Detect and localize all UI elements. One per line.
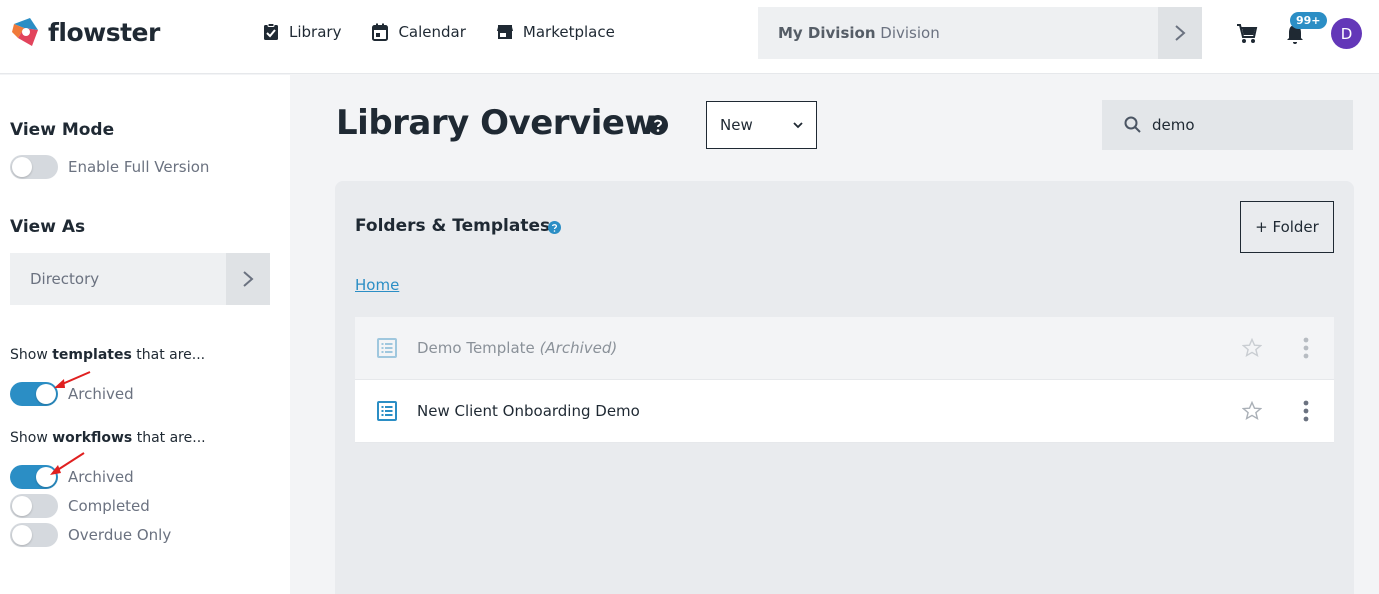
new-select-value: New [720, 116, 753, 134]
more-options-icon[interactable] [1303, 337, 1309, 359]
page-title: Library Overview [336, 103, 656, 143]
division-selector[interactable]: My Division Division [758, 7, 1202, 59]
new-select[interactable]: New [706, 101, 817, 149]
annotation-arrow-icon [54, 371, 91, 388]
template-list: Demo Template (Archived) New Client Onbo… [355, 317, 1334, 443]
list-item[interactable]: New Client Onboarding Demo [355, 380, 1334, 443]
division-suffix: Division [880, 24, 940, 42]
templates-suffix: that are... [131, 347, 206, 363]
cart-icon[interactable] [1236, 23, 1258, 45]
annotation-arrow-icon [50, 452, 85, 475]
search-input[interactable] [1152, 116, 1332, 134]
item-title: Demo Template [417, 339, 535, 357]
archived-tag: (Archived) [539, 339, 618, 357]
workflows-overdue-toggle[interactable] [10, 523, 58, 547]
star-icon[interactable] [1242, 401, 1262, 421]
info-icon[interactable] [548, 221, 561, 234]
nav-library-label: Library [289, 23, 342, 41]
main-nav: Library Calendar Marketplace [262, 23, 645, 41]
star-icon[interactable] [1242, 338, 1262, 358]
division-next-button[interactable] [1158, 7, 1202, 59]
chevron-down-icon [793, 122, 803, 129]
list-item[interactable]: Demo Template (Archived) [355, 317, 1334, 380]
chevron-right-icon [243, 271, 254, 287]
annotation-arrows [50, 371, 91, 475]
nav-marketplace-label: Marketplace [522, 23, 615, 41]
nav-calendar[interactable]: Calendar [371, 23, 466, 41]
nav-library[interactable]: Library [262, 23, 341, 41]
search-box [1102, 100, 1353, 150]
calendar-icon [372, 23, 389, 41]
panel-title: Folders & Templates [355, 216, 551, 236]
search-icon [1124, 116, 1141, 133]
division-name: My Division [778, 24, 876, 42]
chevron-right-icon [1175, 25, 1186, 41]
workflows-overdue-label: Overdue Only [68, 526, 172, 544]
toggle-knob [12, 525, 32, 545]
nav-calendar-label: Calendar [398, 23, 466, 41]
template-list-icon [377, 401, 397, 421]
notification-badge: 99+ [1290, 12, 1327, 29]
folders-templates-panel: Folders & Templates + Folder Home Demo T… [335, 181, 1354, 594]
item-name[interactable]: New Client Onboarding Demo [417, 402, 640, 420]
top-bar: flowster Library Calendar Marketplace My… [0, 0, 1379, 74]
template-list-icon [377, 338, 397, 358]
clipboard-check-icon [264, 23, 278, 40]
more-options-icon[interactable] [1303, 400, 1309, 422]
workflows-overdue-row: Overdue Only [10, 523, 171, 547]
view-as-next-button[interactable] [226, 253, 270, 305]
item-name[interactable]: Demo Template (Archived) [417, 339, 617, 357]
breadcrumb-home[interactable]: Home [355, 276, 399, 294]
workflows-suffix: that are... [132, 430, 206, 446]
add-folder-button[interactable]: + Folder [1240, 201, 1334, 253]
help-icon[interactable] [647, 114, 669, 136]
division-label: My Division Division [758, 24, 1158, 42]
nav-marketplace[interactable]: Marketplace [496, 23, 615, 41]
store-icon [496, 25, 513, 39]
avatar[interactable]: D [1331, 18, 1362, 49]
